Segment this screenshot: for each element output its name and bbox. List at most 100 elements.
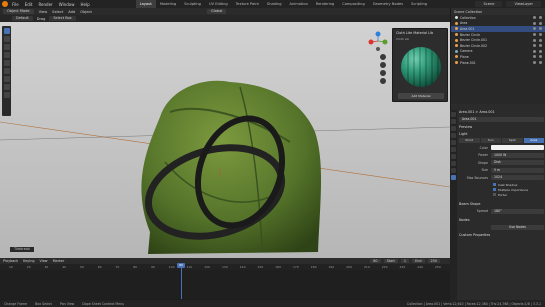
light-type-point[interactable]: Point	[459, 137, 480, 143]
timeline-tick: 10	[9, 265, 13, 269]
snap-label: Drag	[36, 16, 46, 21]
world-tab-icon[interactable]	[451, 147, 456, 152]
neg-z-axis-icon[interactable]	[376, 47, 380, 51]
tab-texture-paint[interactable]: Texture Paint	[232, 0, 263, 8]
cursor-tool-icon[interactable]	[3, 36, 10, 42]
top-bar: File Edit Render Window Help Layout Mode…	[0, 0, 545, 8]
spread-field: Spread 180°	[459, 208, 544, 214]
camera-icon	[455, 49, 458, 53]
portal-checkbox[interactable]: Portal	[459, 192, 544, 197]
select-tool-icon[interactable]	[3, 28, 10, 34]
menu-window[interactable]: Window	[59, 2, 75, 7]
menu-add[interactable]: Add	[68, 10, 75, 14]
pan-icon[interactable]	[380, 62, 386, 68]
scale-tool-icon[interactable]	[3, 60, 10, 66]
tab-geometry-nodes[interactable]: Geometry Nodes	[369, 0, 407, 8]
timeline-tick: 120	[204, 265, 210, 269]
preview-section[interactable]: Preview	[459, 124, 544, 130]
physics-tab-icon[interactable]	[451, 161, 456, 166]
material-preview-sphere[interactable]	[401, 47, 441, 87]
mode-dropdown[interactable]: Object Mode	[3, 9, 34, 14]
perspective-toggle-icon[interactable]	[380, 78, 386, 84]
custom-properties-section[interactable]: Custom Properties	[459, 232, 544, 238]
menu-object[interactable]: Object	[80, 10, 92, 14]
add-material-button[interactable]: Add Material	[398, 93, 444, 99]
camera-view-icon[interactable]	[380, 70, 386, 76]
blender-logo-icon[interactable]	[2, 1, 8, 7]
rotate-tool-icon[interactable]	[3, 52, 10, 58]
timeline-tick: 20	[26, 265, 31, 269]
max-bounces-field: Max Bounces 1024	[459, 175, 544, 181]
menu-edit[interactable]: Edit	[25, 2, 33, 7]
use-nodes-button[interactable]: Use Nodes	[491, 224, 544, 230]
nodes-section[interactable]: Nodes	[459, 217, 544, 223]
select-box-dropdown[interactable]: Select Box	[49, 16, 76, 21]
current-frame-field[interactable]: 80	[370, 258, 381, 264]
object-tab-icon[interactable]	[451, 154, 456, 159]
timeline-tick: 80	[133, 265, 138, 269]
navigation-gizmo[interactable]	[367, 30, 389, 52]
tab-uv-editing[interactable]: UV Editing	[205, 0, 232, 8]
pivot-dropdown[interactable]: Default	[12, 16, 33, 21]
scene-stats: Collection | Area.001 | Verts:12,610 | F…	[406, 301, 541, 306]
timeline-body[interactable]	[0, 270, 450, 299]
menu-keying[interactable]: Keying	[23, 259, 34, 263]
light-section[interactable]: Light	[459, 131, 544, 137]
tab-scripting[interactable]: Scripting	[407, 0, 431, 8]
tool-tab-icon[interactable]	[451, 112, 456, 117]
color-swatch[interactable]	[491, 145, 544, 150]
menu-select[interactable]: Select	[52, 10, 63, 14]
outliner-item[interactable]: Plane.001	[451, 60, 545, 66]
view-layer-selector[interactable]: ViewLayer	[506, 1, 541, 7]
light-type-area[interactable]: Area	[523, 137, 544, 143]
tab-animation[interactable]: Animation	[286, 0, 312, 8]
timeline-tick: 210	[364, 265, 370, 269]
mesh-icon	[455, 55, 458, 59]
render-tab-icon[interactable]	[451, 119, 456, 124]
zoom-icon[interactable]	[380, 54, 386, 60]
size-field: Size 5 m	[459, 167, 544, 173]
curve-icon	[455, 33, 458, 37]
popup-subtitle[interactable]: Cloth Lib	[393, 37, 447, 41]
light-type-sun[interactable]: Sun	[480, 137, 501, 143]
orientation-dropdown[interactable]: Global	[206, 9, 227, 14]
scene-selector[interactable]: Scene	[475, 1, 503, 7]
light-icon	[455, 21, 458, 25]
measure-tool-icon[interactable]	[3, 84, 10, 90]
outliner-title: Scene Collection	[454, 9, 483, 14]
beam-shape-section[interactable]: Beam Shape	[459, 201, 544, 207]
add-cube-tool-icon[interactable]	[3, 92, 10, 98]
tab-shading[interactable]: Shading	[263, 0, 286, 8]
playhead[interactable]: 80	[177, 263, 185, 300]
curve-icon	[455, 38, 458, 42]
light-data-tab-icon[interactable]	[451, 175, 456, 180]
transform-tool-icon[interactable]	[3, 68, 10, 74]
menu-help[interactable]: Help	[80, 2, 89, 7]
menu-file[interactable]: File	[12, 2, 19, 7]
scene-tab-icon[interactable]	[451, 140, 456, 145]
playhead-line	[180, 268, 182, 299]
tab-layout[interactable]: Layout	[135, 0, 156, 8]
tab-modeling[interactable]: Modeling	[156, 0, 180, 8]
move-tool-icon[interactable]	[3, 44, 10, 50]
menu-playback[interactable]: Playback	[3, 259, 18, 263]
menu-view-timeline[interactable]: View	[40, 259, 48, 263]
menu-marker[interactable]: Marker	[53, 259, 65, 263]
output-tab-icon[interactable]	[451, 126, 456, 131]
constraints-tab-icon[interactable]	[451, 168, 456, 173]
tab-compositing[interactable]: Compositing	[338, 0, 369, 8]
tab-sculpting[interactable]: Sculpting	[180, 0, 205, 8]
tab-rendering[interactable]: Rendering	[312, 0, 338, 8]
view-layer-tab-icon[interactable]	[451, 133, 456, 138]
menu-render[interactable]: Render	[38, 2, 52, 7]
start-frame-field[interactable]: 1	[400, 258, 410, 264]
timeline-tick: 230	[399, 265, 406, 269]
light-type-spot[interactable]: Spot	[502, 137, 523, 143]
menu-view[interactable]: View	[39, 10, 48, 14]
viewport-status-label: Tilebreak	[10, 247, 35, 252]
properties-panel: Area.001 > Area.001 Area.001 Preview Lig…	[450, 104, 545, 300]
timeline-tick: 140	[239, 265, 246, 269]
timeline-tick: 200	[346, 265, 352, 269]
end-frame-field[interactable]: 250	[427, 258, 440, 264]
annotate-tool-icon[interactable]	[3, 76, 10, 82]
